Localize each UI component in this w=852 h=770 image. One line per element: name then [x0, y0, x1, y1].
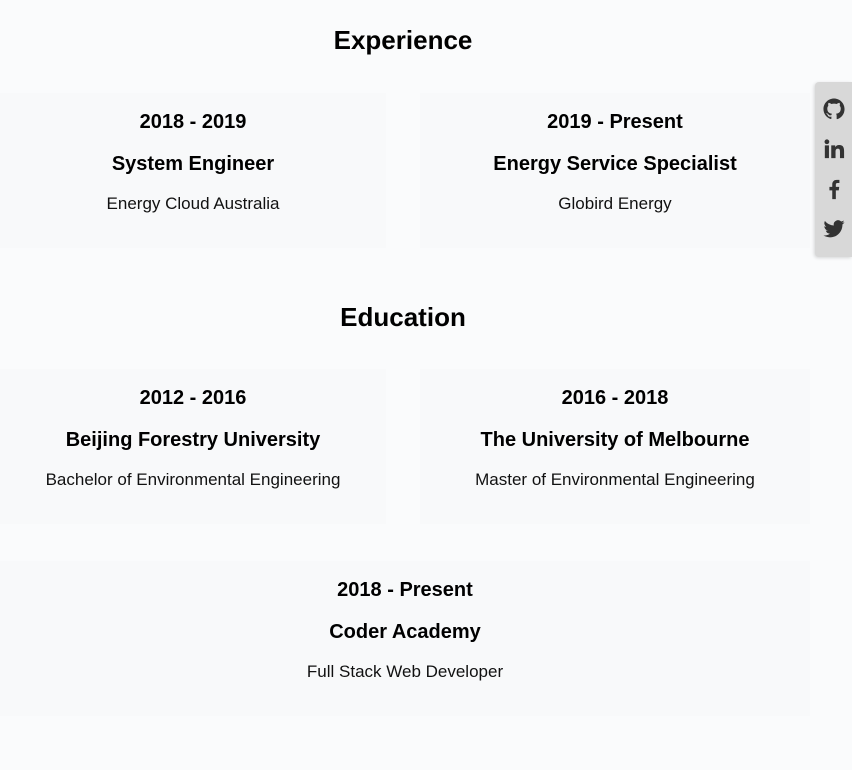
education-period: 2012 - 2016	[139, 387, 247, 409]
education-school: Coder Academy	[329, 621, 481, 643]
twitter-link[interactable]	[821, 216, 847, 242]
experience-role: System Engineer	[111, 153, 275, 175]
experience-period: 2019 - Present	[547, 111, 683, 133]
education-period: 2016 - 2018	[561, 387, 669, 409]
linkedin-link[interactable]	[821, 136, 847, 162]
twitter-icon	[823, 220, 845, 238]
education-title: Education	[340, 302, 466, 332]
social-sidebar	[815, 82, 852, 257]
linkedin-icon	[824, 139, 845, 159]
experience-company: Energy Cloud Australia	[106, 194, 280, 213]
education-card: 2018 - Present Coder Academy Full Stack …	[0, 561, 810, 716]
resume-page: Experience 2018 - 2019 System Engineer E…	[0, 0, 810, 770]
facebook-icon	[829, 179, 840, 200]
education-degree: Full Stack Web Developer	[306, 662, 504, 681]
education-school: The University of Melbourne	[480, 429, 750, 451]
github-icon	[823, 98, 845, 120]
education-card: 2012 - 2016 Beijing Forestry University …	[0, 369, 386, 524]
experience-period: 2018 - 2019	[139, 111, 247, 133]
experience-company: Globird Energy	[558, 194, 672, 213]
education-degree: Master of Environmental Engineering	[475, 470, 755, 489]
education-period: 2018 - Present	[337, 579, 473, 601]
experience-card: 2018 - 2019 System Engineer Energy Cloud…	[0, 93, 386, 248]
facebook-link[interactable]	[821, 176, 847, 202]
experience-title: Experience	[333, 25, 473, 55]
education-degree: Bachelor of Environmental Engineering	[45, 470, 341, 489]
experience-role: Energy Service Specialist	[493, 153, 737, 175]
experience-card: 2019 - Present Energy Service Specialist…	[420, 93, 810, 248]
education-school: Beijing Forestry University	[65, 429, 321, 451]
github-link[interactable]	[821, 96, 847, 122]
education-card: 2016 - 2018 The University of Melbourne …	[420, 369, 810, 524]
